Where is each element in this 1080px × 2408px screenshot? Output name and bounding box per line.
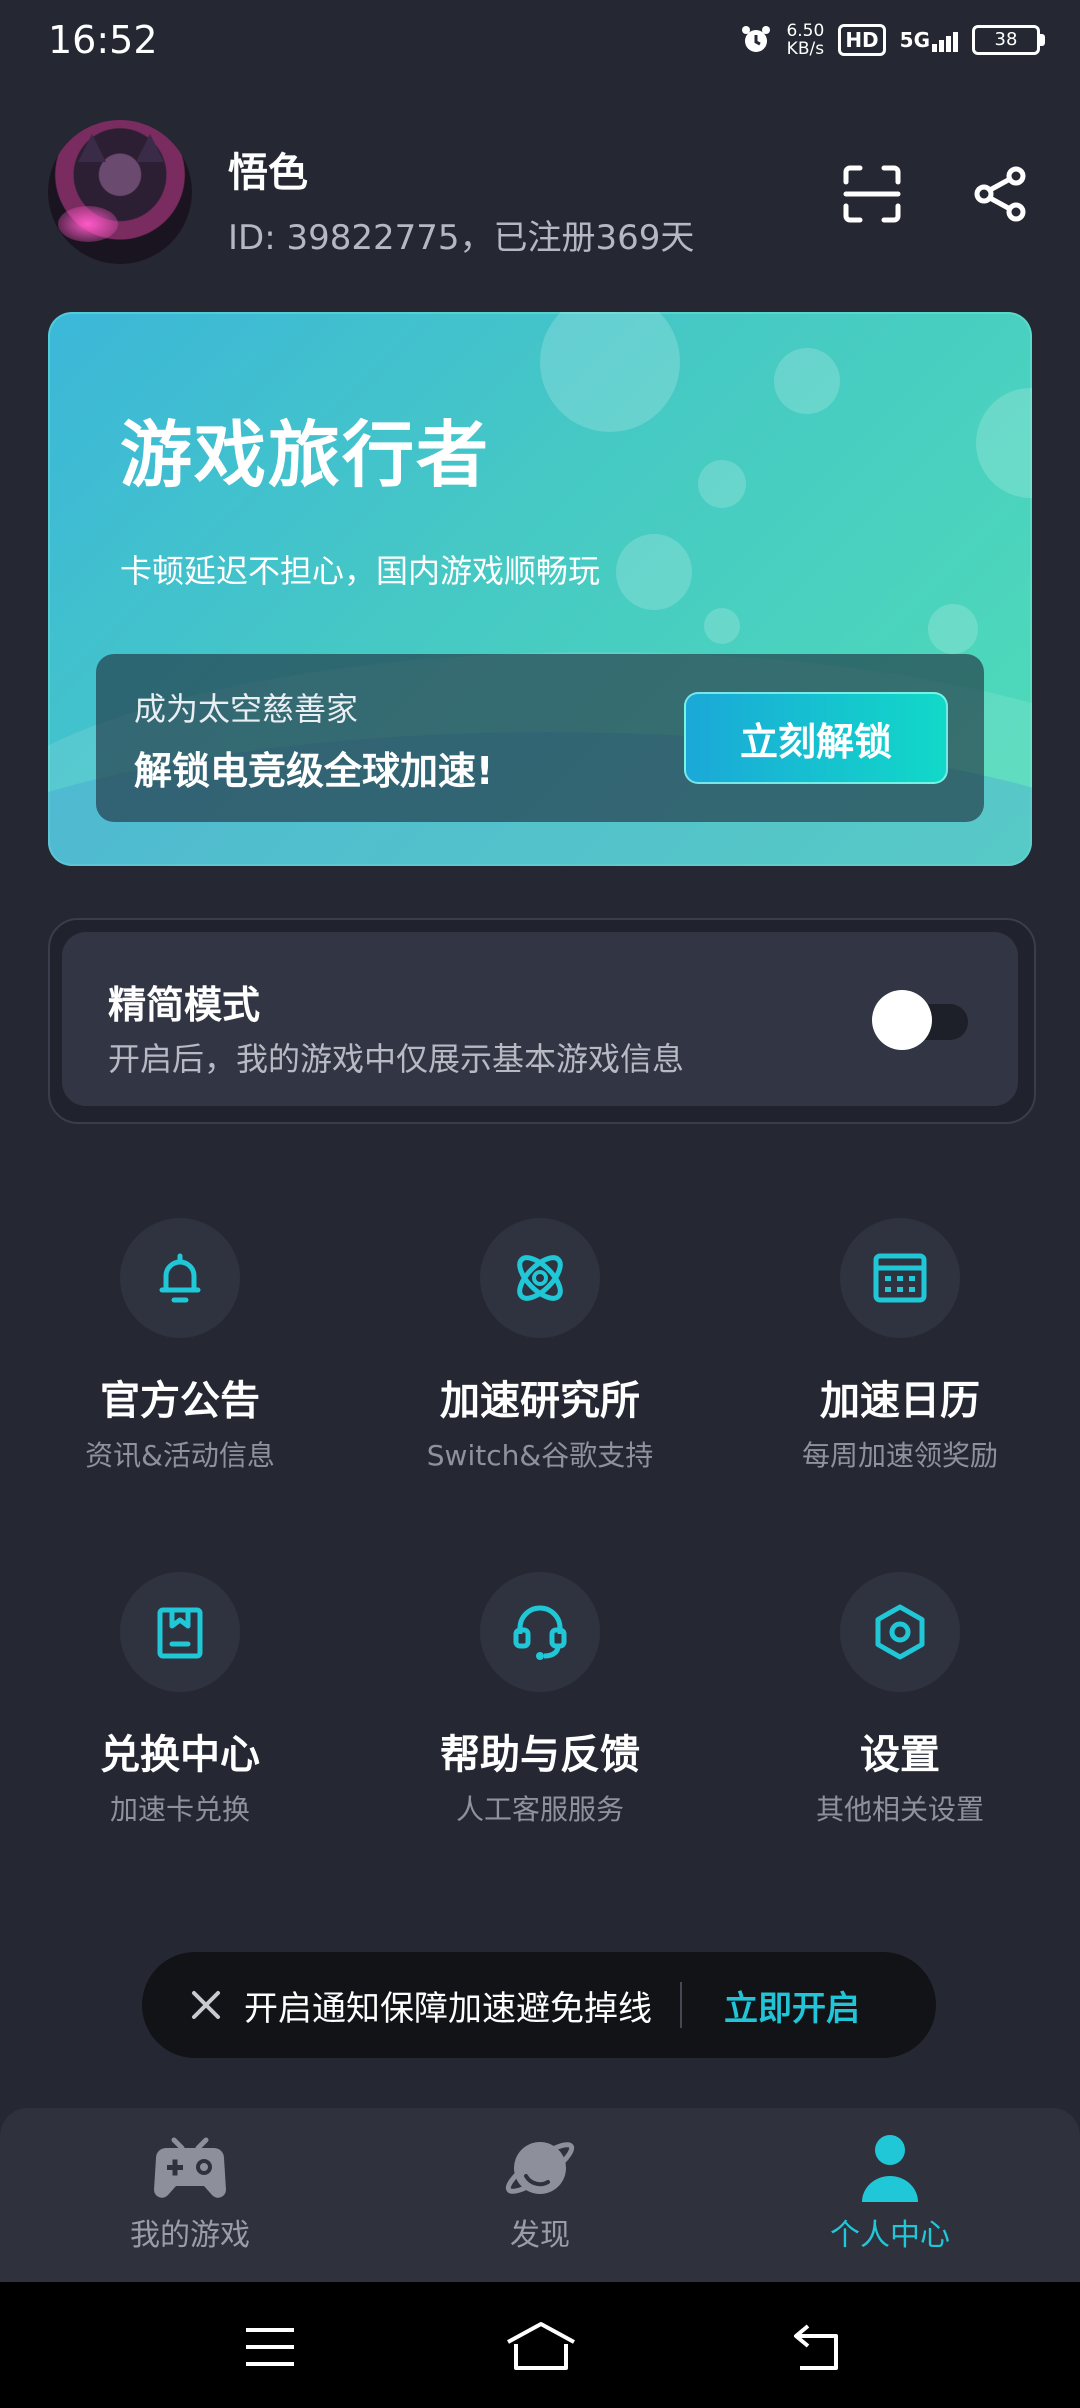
grid-item-title: 加速研究所	[440, 1378, 640, 1424]
calendar-icon-circle	[840, 1218, 960, 1338]
toggle-knob	[872, 990, 932, 1050]
simple-mode-description: 开启后，我的游戏中仅展示基本游戏信息	[108, 1040, 685, 1078]
decor-bubble	[976, 388, 1032, 498]
simple-mode-toggle[interactable]	[872, 990, 972, 1050]
simple-mode-card: 精简模式 开启后，我的游戏中仅展示基本游戏信息	[48, 918, 1036, 1124]
calendar-icon	[873, 1253, 927, 1303]
grid-item-title: 兑换中心	[100, 1732, 260, 1778]
simple-mode-title: 精简模式	[108, 983, 261, 1027]
promo-panel-line1: 成为太空慈善家	[134, 690, 359, 728]
decor-bubble	[704, 608, 740, 644]
grid-item-settings[interactable]: 设置 其他相关设置	[750, 1572, 1050, 1872]
grid-item-title: 设置	[860, 1732, 940, 1778]
grid-item-redeem[interactable]: 兑换中心 加速卡兑换	[30, 1572, 330, 1872]
grid-item-title: 加速日历	[820, 1378, 980, 1424]
bell-icon	[159, 1253, 201, 1303]
hd-badge: HD	[838, 24, 886, 56]
signal-icon: 5G	[900, 28, 958, 52]
decor-bubble	[698, 460, 746, 508]
grid-item-subtitle: Switch&谷歌支持	[426, 1439, 654, 1472]
atom-icon-circle	[480, 1218, 600, 1338]
grid-item-subtitle: 人工客服服务	[455, 1793, 624, 1826]
nav-item-discover[interactable]: 发现	[360, 2108, 720, 2282]
promo-card[interactable]: 游戏旅行者 卡顿延迟不担心，国内游戏顺畅玩 成为太空慈善家 解锁电竞级全球加速!…	[48, 312, 1032, 866]
grid-item-subtitle: 每周加速领奖励	[801, 1439, 998, 1472]
toast-divider	[680, 1982, 682, 2028]
person-icon	[862, 2135, 918, 2202]
grid-item-subtitle: 资讯&活动信息	[85, 1439, 275, 1472]
share-icon[interactable]	[970, 164, 1030, 224]
settings-icon	[875, 1604, 925, 1660]
grid-item-help[interactable]: 帮助与反馈 人工客服服务	[390, 1572, 690, 1872]
home-icon[interactable]	[504, 2320, 578, 2374]
nav-label: 我的游戏	[130, 2218, 250, 2253]
back-icon[interactable]	[790, 2320, 850, 2374]
user-id: ID: 39822775，已注册369天	[228, 218, 695, 258]
scan-icon[interactable]	[842, 164, 902, 224]
username: 悟色	[228, 150, 308, 196]
gift-box-icon-circle	[120, 1572, 240, 1692]
nav-item-my-games[interactable]: 我的游戏	[10, 2108, 370, 2282]
close-icon[interactable]	[186, 1985, 226, 2025]
grid-item-title: 官方公告	[100, 1378, 260, 1424]
simple-mode-panel: 精简模式 开启后，我的游戏中仅展示基本游戏信息	[62, 932, 1018, 1106]
enable-notifications-button[interactable]: 立即开启	[724, 1981, 860, 2030]
alarm-icon	[742, 26, 771, 52]
status-time: 16:52	[48, 18, 158, 62]
promo-panel: 成为太空慈善家 解锁电竞级全球加速! 立刻解锁	[96, 654, 984, 822]
grid-item-announcements[interactable]: 官方公告 资讯&活动信息	[30, 1218, 330, 1518]
unlock-button[interactable]: 立刻解锁	[684, 692, 948, 784]
battery-icon: 38	[972, 25, 1045, 55]
bottom-nav: 我的游戏 发现 个人中心	[0, 2108, 1080, 2282]
grid-item-subtitle: 加速卡兑换	[109, 1793, 250, 1826]
grid-item-calendar[interactable]: 加速日历 每周加速领奖励	[750, 1218, 1050, 1518]
decor-bubble	[616, 534, 692, 610]
bell-icon-circle	[120, 1218, 240, 1338]
grid-item-subtitle: 其他相关设置	[815, 1793, 984, 1826]
nav-label: 个人中心	[830, 2218, 950, 2253]
headset-icon	[513, 1605, 567, 1660]
planet-icon	[505, 2142, 575, 2194]
atom-icon	[517, 1255, 563, 1301]
decor-bubble	[540, 312, 680, 432]
toast-message: 开启通知保障加速避免掉线	[244, 1988, 652, 2029]
decor-bubble	[774, 348, 840, 414]
promo-title: 游戏旅行者	[120, 413, 491, 497]
system-nav-bar	[0, 2282, 1080, 2408]
net-speed: 6.50 KB/s	[786, 21, 825, 59]
gamepad-icon	[154, 2137, 226, 2198]
grid-item-title: 帮助与反馈	[440, 1732, 640, 1778]
grid-item-lab[interactable]: 加速研究所 Switch&谷歌支持	[390, 1218, 690, 1518]
settings-icon-circle	[840, 1572, 960, 1692]
avatar[interactable]	[48, 120, 192, 264]
headset-icon-circle	[480, 1572, 600, 1692]
promo-panel-line2: 解锁电竞级全球加速!	[134, 749, 494, 793]
menu-icon[interactable]	[240, 2320, 300, 2374]
nav-item-profile[interactable]: 个人中心	[710, 2108, 1070, 2282]
status-icons: 6.50 KB/s HD 5G 38	[740, 21, 1045, 59]
nav-label: 发现	[510, 2218, 570, 2253]
notification-toast: 开启通知保障加速避免掉线 立即开启	[142, 1952, 936, 2058]
decor-bubble	[928, 604, 978, 654]
promo-subtitle: 卡顿延迟不担心，国内游戏顺畅玩	[120, 552, 601, 590]
gift-box-icon	[157, 1607, 203, 1659]
